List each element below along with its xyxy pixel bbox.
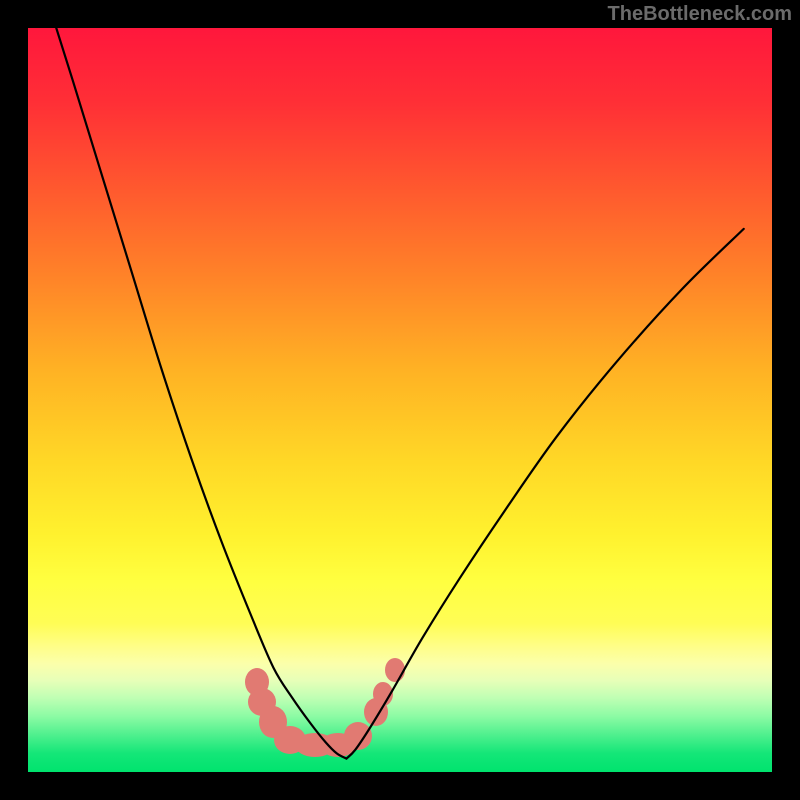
watermark-text: TheBottleneck.com [608, 3, 792, 25]
chart-root: TheBottleneck.com [0, 0, 800, 800]
marker-lump [385, 658, 405, 682]
